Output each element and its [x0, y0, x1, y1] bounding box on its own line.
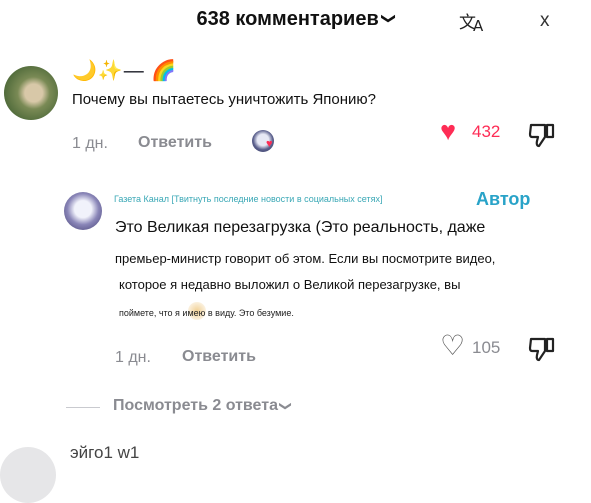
like-count: 105 [472, 338, 501, 357]
translate-icon[interactable]: 文 A [458, 10, 490, 38]
reply-button[interactable]: Ответить [138, 134, 212, 152]
comment-username[interactable]: Газета Канал [Твитнуть последние новости… [114, 194, 382, 204]
comments-header[interactable]: 638 комментариев ❯ [0, 8, 591, 31]
comment-text-line: поймете, что я имею в виду. Это безумие. [119, 308, 294, 318]
view-replies-button[interactable]: Посмотреть 2 ответа❯ [113, 397, 294, 415]
comment-text: Почему вы пытаетесь уничтожить Японию? [72, 91, 377, 108]
chevron-down-icon: ❯ [381, 12, 398, 25]
comment-text-line: Это Великая перезагрузка (Это реальность… [115, 219, 486, 236]
like-count: 432 [472, 122, 501, 141]
dislike-icon[interactable] [527, 335, 557, 368]
comment-text-line: которое я недавно выложил о Великой пере… [119, 277, 461, 292]
heart-badge-icon: ♥ [266, 138, 273, 150]
avatar[interactable] [4, 66, 58, 120]
avatar[interactable] [64, 192, 102, 230]
avatar[interactable] [0, 447, 56, 503]
comment-text-line: премьер-министр говорит об этом. Если вы… [115, 251, 496, 266]
comment-username[interactable]: эйго1 w1 [70, 443, 139, 463]
like-heart-outline-icon[interactable]: ♡ [440, 331, 465, 361]
view-replies-label: Посмотреть 2 ответа [113, 397, 278, 414]
comment-username[interactable]: 🌙✨— 🌈 [72, 58, 177, 83]
chevron-down-icon: ❯ [279, 400, 294, 412]
divider [66, 407, 100, 408]
author-badge: Автор [476, 189, 531, 209]
comment-time: 1 дн. [72, 135, 108, 152]
comment-time: 1 дн. [115, 349, 151, 366]
dislike-icon[interactable] [527, 121, 557, 154]
like-heart-icon[interactable]: ♥ [440, 117, 456, 145]
reply-button[interactable]: Ответить [182, 348, 256, 366]
close-icon[interactable]: x [540, 10, 550, 32]
comment-count-title: 638 комментариев [196, 8, 379, 30]
svg-text:A: A [473, 17, 484, 34]
